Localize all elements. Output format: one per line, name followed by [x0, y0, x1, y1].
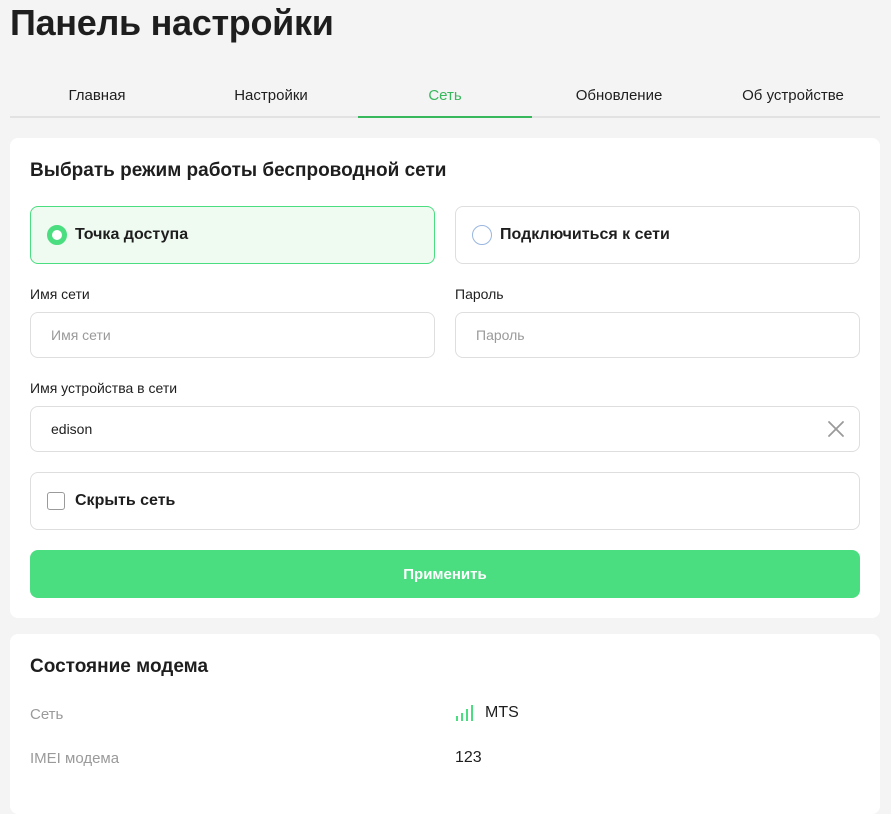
password-input[interactable] — [455, 312, 860, 358]
tab-about-device[interactable]: Об устройстве — [706, 74, 880, 116]
tab-bar: Главная Настройки Сеть Обновление Об уст… — [10, 74, 880, 118]
hide-network-label: Скрыть сеть — [75, 492, 176, 509]
network-status-value: MTS — [455, 704, 519, 722]
tab-settings[interactable]: Настройки — [184, 74, 358, 116]
hide-network-checkbox[interactable] — [47, 492, 65, 510]
signal-icon — [456, 705, 473, 721]
tab-network[interactable]: Сеть — [358, 74, 532, 118]
modem-status-card: Состояние модема Сеть MTS IMEI модема 12… — [10, 634, 880, 814]
hostname-label: Имя устройства в сети — [30, 380, 178, 396]
modem-status-title: Состояние модема — [30, 656, 209, 677]
tab-update[interactable]: Обновление — [532, 74, 706, 116]
mode-access-point-label: Точка доступа — [75, 226, 189, 243]
radio-unselected-icon[interactable] — [472, 225, 492, 245]
mode-client-option[interactable]: Подключиться к сети — [455, 206, 860, 264]
hide-network-row: Скрыть сеть — [30, 472, 860, 530]
radio-selected-icon[interactable] — [47, 225, 67, 245]
password-label: Пароль — [455, 286, 504, 302]
ssid-label: Имя сети — [30, 286, 90, 302]
wireless-mode-title: Выбрать режим работы беспроводной сети — [30, 160, 447, 181]
clear-icon[interactable] — [827, 420, 845, 438]
hostname-input[interactable] — [30, 406, 860, 452]
network-operator-name: MTS — [485, 704, 519, 721]
apply-button[interactable]: Применить — [30, 550, 860, 598]
tab-home[interactable]: Главная — [10, 74, 184, 116]
mode-client-label: Подключиться к сети — [500, 226, 670, 243]
ssid-input[interactable] — [30, 312, 435, 358]
mode-access-point-option[interactable]: Точка доступа — [30, 206, 435, 264]
imei-value: 123 — [455, 749, 482, 766]
page-title: Панель настройки — [10, 2, 334, 43]
wireless-settings-card: Выбрать режим работы беспроводной сети Т… — [10, 138, 880, 618]
network-status-label: Сеть — [30, 706, 64, 723]
imei-label: IMEI модема — [30, 750, 120, 767]
